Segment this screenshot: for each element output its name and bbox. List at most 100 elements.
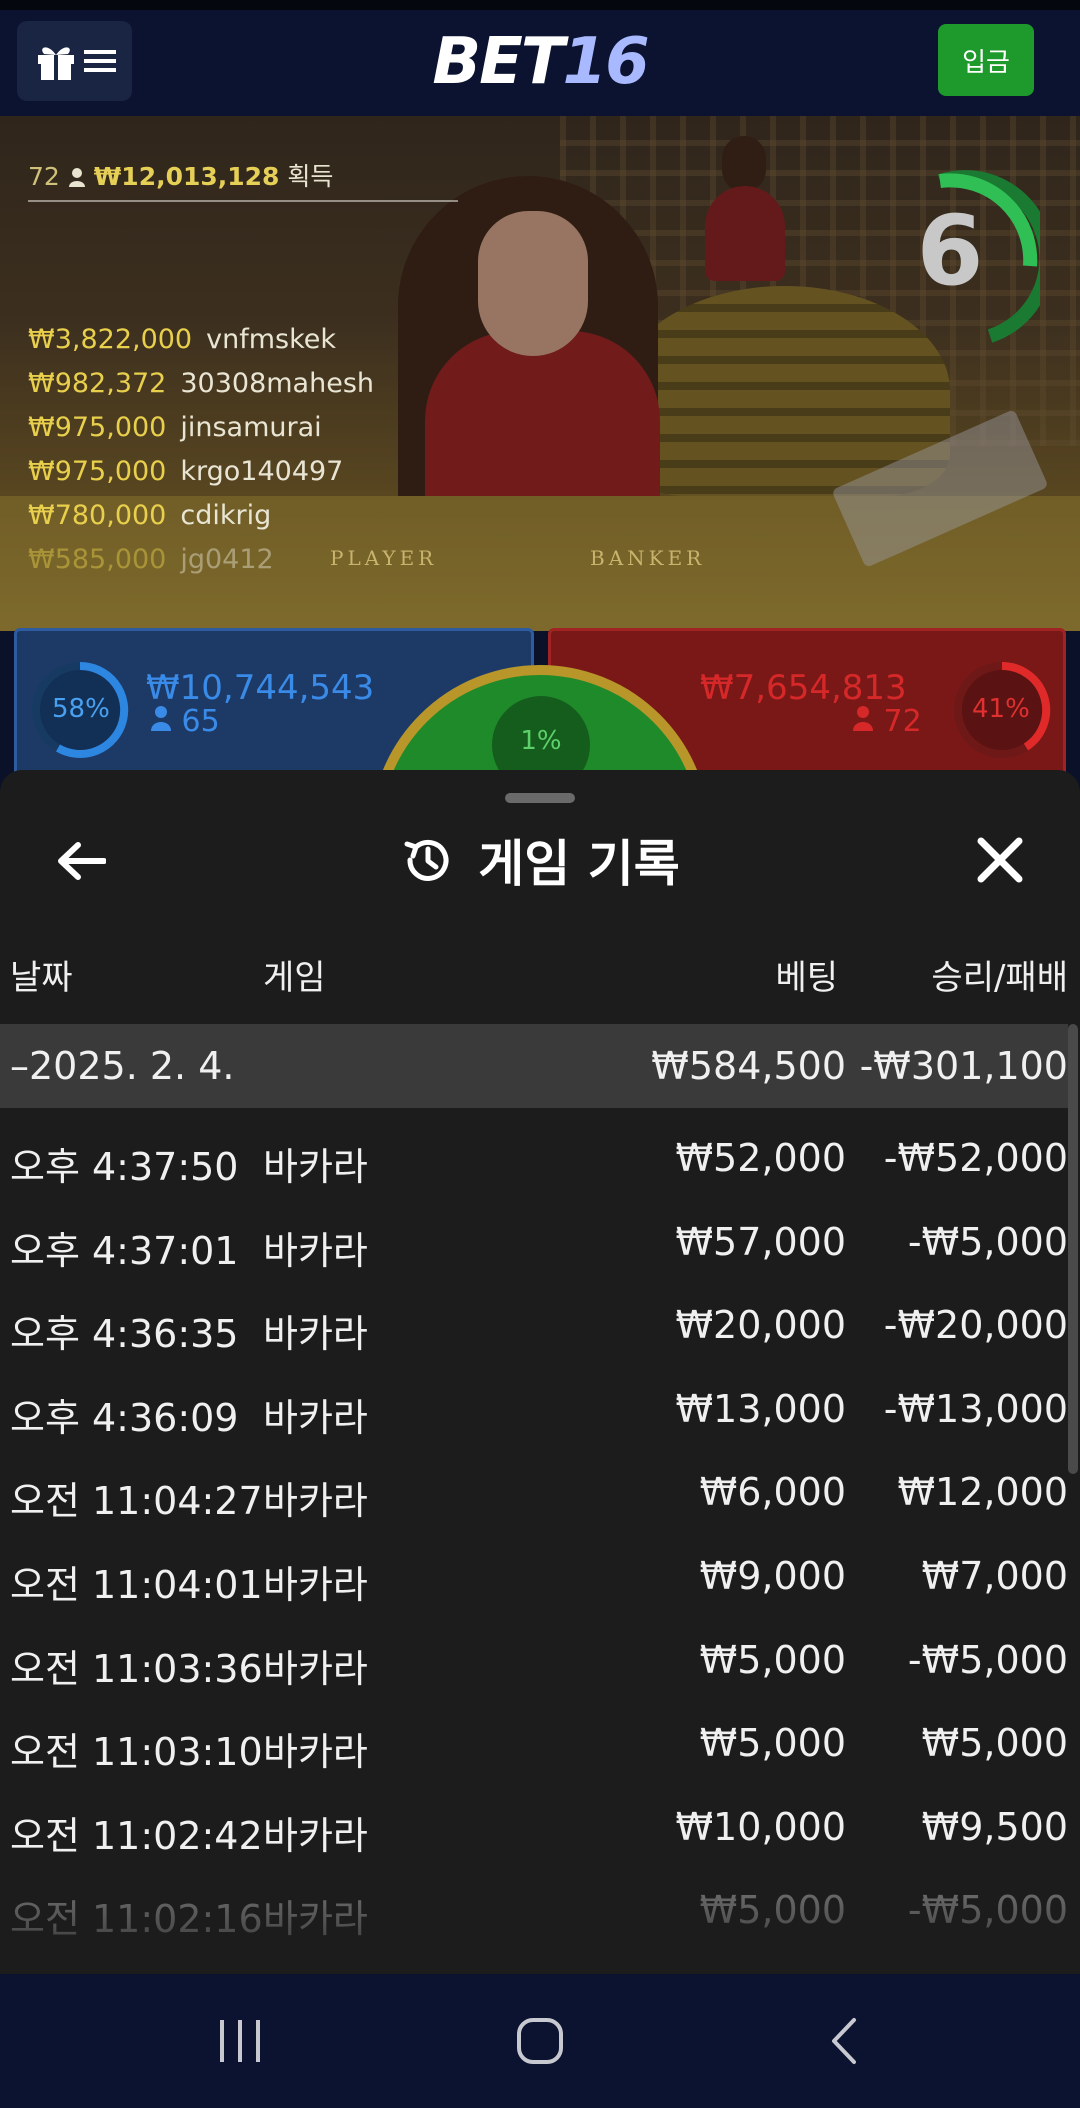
history-row[interactable]: 오전 11:03:10 바카라 ₩5,000 ₩5,000 <box>0 1701 1068 1785</box>
game-history-sheet: 게임 기록 날짜 게임 베팅 승리/패배 –2025. 2. 4. ₩584,5… <box>0 770 1080 1974</box>
row-result: -₩5,000 <box>907 1888 1068 1933</box>
banker-count: 72 <box>883 704 922 739</box>
row-time: 오전 11:04:27 <box>10 1479 263 1524</box>
row-bet: ₩5,000 <box>699 1888 846 1933</box>
row-time: 오전 11:04:01 <box>10 1563 263 1607</box>
close-button[interactable] <box>965 825 1035 895</box>
table-label-player: PLAYER <box>330 546 438 570</box>
recent-apps-icon <box>220 2020 260 2062</box>
row-time: 오전 11:03:10 <box>10 1730 263 1775</box>
row-bet: ₩5,000 <box>699 1721 846 1766</box>
row-game: 바카라 <box>263 1730 368 1775</box>
tie-percent: 1% <box>520 726 562 756</box>
row-bet: ₩57,000 <box>675 1219 846 1264</box>
status-strip <box>0 0 1080 10</box>
history-row[interactable]: 오전 11:02:16 바카라 ₩5,000 -₩5,000 <box>0 1868 1068 1952</box>
player-amount: ₩10,744,543 <box>146 668 375 708</box>
row-result: -₩52,000 <box>883 1136 1068 1180</box>
winner-count: 72 <box>28 162 60 191</box>
banker-count-wrap: 72 <box>852 704 922 739</box>
row-bet: ₩20,000 <box>675 1303 846 1348</box>
winner-name: vnfmskek <box>206 324 336 355</box>
home-icon <box>517 2018 563 2064</box>
row-time: 오후 4:36:35 <box>10 1312 239 1357</box>
history-row[interactable]: 오전 11:04:27 바카라 ₩6,000 ₩12,000 <box>0 1450 1068 1534</box>
brand-logo[interactable]: BET16 <box>0 22 1080 102</box>
row-time: 오전 11:02:16 <box>10 1897 263 1942</box>
row-result: -₩20,000 <box>883 1303 1068 1348</box>
winners-suffix: 획득 <box>287 162 334 191</box>
deposit-button[interactable]: 입금 <box>938 24 1034 96</box>
countdown-number: 6 <box>916 195 984 307</box>
winner-row: ₩780,000 cdikrig <box>28 500 271 531</box>
row-game: 바카라 <box>263 1813 368 1858</box>
column-header-bet[interactable]: 베팅 <box>775 950 838 999</box>
row-bet: ₩9,000 <box>699 1554 846 1598</box>
winner-amount: ₩975,000 <box>28 412 167 443</box>
row-result: ₩9,500 <box>921 1804 1068 1849</box>
winner-row: ₩975,000 jinsamurai <box>28 412 322 443</box>
row-game: 바카라 <box>263 1145 368 1189</box>
drag-handle[interactable] <box>505 793 575 803</box>
history-row[interactable]: 오전 11:02:42 바카라 ₩10,000 ₩9,500 <box>0 1785 1068 1869</box>
sheet-header: 게임 기록 <box>0 822 1080 898</box>
winner-name: 30308mahesh <box>180 368 374 399</box>
winner-name: jinsamurai <box>180 412 322 443</box>
row-result: ₩12,000 <box>897 1470 1068 1515</box>
winner-row: ₩982,372 30308mahesh <box>28 368 374 399</box>
row-game: 바카라 <box>263 1312 368 1357</box>
user-icon <box>151 706 171 731</box>
app-screen: BET16 입금 PLAYER BANKER 72 ₩12,013,128 획득… <box>0 0 1080 2108</box>
row-game: 바카라 <box>263 1646 368 1691</box>
winner-row: ₩975,000 krgo140497 <box>28 456 343 487</box>
winner-amount: ₩982,372 <box>28 368 167 399</box>
history-row[interactable]: 오후 4:36:35 바카라 ₩20,000 -₩20,000 <box>0 1283 1068 1367</box>
row-bet: ₩52,000 <box>675 1136 846 1180</box>
close-icon <box>977 837 1023 883</box>
date-group-row[interactable]: –2025. 2. 4. ₩584,500 -₩301,100 <box>0 1024 1068 1108</box>
winner-amount: ₩975,000 <box>28 456 167 487</box>
group-bet-total: ₩584,500 <box>651 1044 846 1088</box>
row-time: 오후 4:37:01 <box>10 1228 239 1273</box>
sheet-title: 게임 기록 <box>478 835 680 893</box>
user-icon <box>68 168 85 187</box>
group-date: –2025. 2. 4. <box>10 1044 235 1088</box>
row-time: 오후 4:36:09 <box>10 1395 239 1440</box>
history-icon <box>404 839 449 881</box>
home-button[interactable] <box>440 1974 640 2108</box>
system-back-button[interactable] <box>744 1974 944 2108</box>
history-row[interactable]: 오후 4:37:50 바카라 ₩52,000 -₩52,000 <box>0 1116 1068 1200</box>
recent-apps-button[interactable] <box>140 1974 340 2108</box>
player-percent: 58% <box>52 694 110 724</box>
history-row[interactable]: 오후 4:37:01 바카라 ₩57,000 -₩5,000 <box>0 1200 1068 1284</box>
winners-summary: 72 ₩12,013,128 획득 <box>28 157 333 193</box>
row-result: -₩13,000 <box>883 1386 1068 1431</box>
winner-row: ₩3,822,000 vnfmskek <box>28 324 336 355</box>
system-nav-bar <box>0 1974 1080 2108</box>
row-game: 바카라 <box>263 1897 368 1942</box>
history-row[interactable]: 오후 4:36:09 바카라 ₩13,000 -₩13,000 <box>0 1367 1068 1451</box>
winner-name: krgo140497 <box>180 456 344 487</box>
player-count-wrap: 65 <box>150 704 220 739</box>
banker-percent: 41% <box>972 694 1030 724</box>
history-row[interactable]: 오전 11:03:36 바카라 ₩5,000 -₩5,000 <box>0 1618 1068 1702</box>
back-icon <box>832 2018 856 2064</box>
table-label-banker: BANKER <box>590 546 706 570</box>
winner-row: ₩585,000 jg0412 <box>28 544 274 575</box>
row-bet: ₩6,000 <box>699 1470 846 1515</box>
banker-amount: ₩7,654,813 <box>700 668 907 708</box>
row-result: ₩5,000 <box>921 1721 1068 1766</box>
row-bet: ₩5,000 <box>699 1637 846 1682</box>
history-row[interactable]: 오전 11:04:01 바카라 ₩9,000 ₩7,000 <box>0 1534 1068 1618</box>
row-bet: ₩10,000 <box>675 1804 846 1849</box>
scrollbar[interactable] <box>1068 1024 1078 1474</box>
row-bet: ₩13,000 <box>675 1386 846 1431</box>
row-result: ₩7,000 <box>921 1554 1068 1598</box>
winner-name: jg0412 <box>180 544 274 575</box>
row-result: -₩5,000 <box>907 1219 1068 1264</box>
row-time: 오전 11:02:42 <box>10 1813 263 1858</box>
column-header-date[interactable]: 날짜 <box>10 950 73 999</box>
column-header-game[interactable]: 게임 <box>263 950 326 999</box>
winner-name: cdikrig <box>180 500 272 531</box>
column-header-result[interactable]: 승리/패배 <box>931 950 1068 999</box>
